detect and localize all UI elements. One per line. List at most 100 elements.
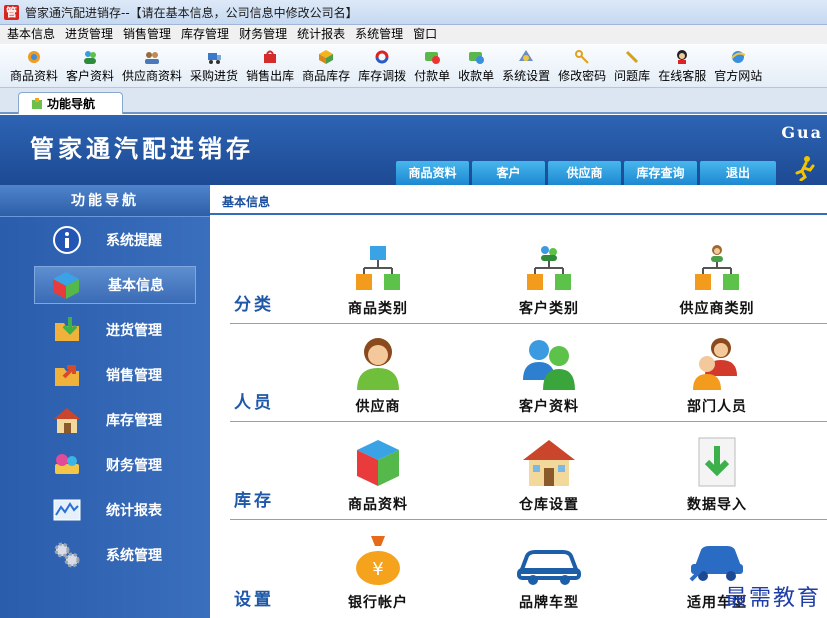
menu-window[interactable]: 窗口 — [408, 25, 442, 44]
nav-tab-icon — [32, 97, 42, 109]
nav-customer-button[interactable]: 客户 — [472, 161, 545, 185]
faq-icon — [623, 49, 641, 65]
banner-title: 管家通汽配进销存 — [30, 134, 254, 163]
password-icon — [573, 49, 591, 65]
toolbar-faq-button[interactable]: 问题库 — [610, 43, 654, 87]
cube-icon — [53, 272, 79, 299]
module-supplier-category[interactable]: 供应商类别 — [657, 226, 777, 322]
menu-purchase[interactable]: 进货管理 — [60, 25, 118, 44]
nav-exit-button[interactable]: 退出 — [700, 161, 776, 185]
nav-stock-query-button[interactable]: 库存查询 — [624, 161, 697, 185]
toolbar-customer-button[interactable]: 客户资料 — [62, 43, 118, 87]
module-product-info[interactable]: 商品资料 — [318, 422, 438, 518]
purchase-icon — [205, 49, 223, 65]
menu-reports[interactable]: 统计报表 — [292, 25, 350, 44]
staff-icon — [693, 338, 737, 390]
toolbar-settings-button[interactable]: 系统设置 — [498, 43, 554, 87]
nav-supplier-button[interactable]: 供应商 — [548, 161, 621, 185]
menu-bar: 基本信息 进货管理 销售管理 库存管理 财务管理 统计报表 系统管理 窗口 — [0, 25, 827, 44]
menu-basic-info[interactable]: 基本信息 — [2, 25, 60, 44]
banner-latin-text: Gua — [781, 123, 823, 142]
payment-icon — [423, 49, 441, 65]
sidebar: 功能导航 系统提醒 基本信息 进货管理 销售管理 库存管理 财务管理 统计报表 … — [0, 185, 210, 618]
money-bag-icon: ¥ — [356, 536, 400, 585]
gears-icon — [54, 542, 80, 567]
import-icon — [698, 437, 736, 487]
svg-text:¥: ¥ — [372, 559, 383, 580]
nav-product-button[interactable]: 商品资料 — [396, 161, 469, 185]
section-category: 分类 商品类别 客户类别 供应商类别 — [230, 226, 827, 324]
module-customer-category[interactable]: 客户类别 — [489, 226, 609, 322]
section-inventory: 库存 商品资料 仓库设置 数据导入 — [230, 422, 827, 520]
tab-strip: 功能导航 — [0, 88, 827, 114]
toolbar-purchase-button[interactable]: 采购进货 — [186, 43, 242, 87]
module-customer-info[interactable]: 客户资料 — [489, 324, 609, 420]
module-bank-account[interactable]: ¥ 银行帐户 — [318, 520, 438, 616]
runner-icon — [795, 156, 815, 181]
tab-function-nav[interactable]: 功能导航 — [18, 92, 123, 114]
menu-finance[interactable]: 财务管理 — [234, 25, 292, 44]
toolbar-website-button[interactable]: 官方网站 — [710, 43, 766, 87]
menu-system[interactable]: 系统管理 — [350, 25, 408, 44]
sidebar-item-sales[interactable]: 销售管理 — [0, 352, 210, 397]
toolbar-transfer-button[interactable]: 库存调拨 — [354, 43, 410, 87]
title-bar: 管 管家通汽配进销存--【请在基本信息，公司信息中修改公司名】 — [0, 0, 827, 25]
folder-in-icon — [55, 316, 79, 341]
sidebar-item-reminder[interactable]: 系统提醒 — [0, 217, 210, 262]
toolbar-receipt-button[interactable]: 收款单 — [454, 43, 498, 87]
sidebar-header: 功能导航 — [0, 185, 210, 217]
section-label: 分类 — [234, 295, 274, 315]
module-department-staff[interactable]: 部门人员 — [657, 324, 777, 420]
supplier-tree-icon — [695, 245, 739, 290]
module-product-category[interactable]: 商品类别 — [318, 226, 438, 322]
support-icon — [673, 49, 691, 65]
toolbar-supplier-button[interactable]: 供应商资料 — [118, 43, 186, 87]
house-icon — [54, 407, 80, 433]
customer-icon — [81, 49, 99, 65]
website-icon — [729, 49, 747, 65]
folder-out-icon — [55, 364, 79, 386]
sidebar-item-basic-info[interactable]: 基本信息 — [34, 266, 196, 304]
module-warehouse-settings[interactable]: 仓库设置 — [489, 422, 609, 518]
window-title: 管家通汽配进销存--【请在基本信息，公司信息中修改公司名】 — [25, 5, 358, 20]
header-banner: 管家通汽配进销存 Gua 商品资料 客户 供应商 库存查询 退出 — [0, 115, 827, 185]
chart-icon — [53, 499, 81, 520]
supplier-icon — [143, 49, 161, 65]
sales-icon — [261, 49, 279, 65]
car-icon — [517, 550, 581, 585]
toolbar-product-button[interactable]: 商品资料 — [6, 43, 62, 87]
product-icon — [25, 49, 43, 65]
sidebar-item-reports[interactable]: 统计报表 — [0, 487, 210, 532]
receipt-icon — [467, 49, 485, 65]
banner-nav: 商品资料 客户 供应商 库存查询 退出 — [396, 161, 776, 185]
toolbar-sales-button[interactable]: 销售出库 — [242, 43, 298, 87]
boxes-icon — [357, 440, 399, 486]
sidebar-item-finance[interactable]: 财务管理 — [0, 442, 210, 487]
money-icon — [55, 453, 79, 474]
toolbar: 商品资料 客户资料 供应商资料 采购进货 销售出库 商品库存 库存调拨 付款单 … — [0, 44, 827, 88]
toolbar-stock-button[interactable]: 商品库存 — [298, 43, 354, 87]
toolbar-payment-button[interactable]: 付款单 — [410, 43, 454, 87]
sidebar-item-inventory[interactable]: 库存管理 — [0, 397, 210, 442]
section-people: 人员 供应商 客户资料 部门人员 — [230, 324, 827, 422]
sidebar-item-system[interactable]: 系统管理 — [0, 532, 210, 577]
menu-sales[interactable]: 销售管理 — [118, 25, 176, 44]
customer-tree-icon — [527, 246, 571, 290]
toolbar-support-button[interactable]: 在线客服 — [654, 43, 710, 87]
people-icon — [523, 340, 575, 390]
stock-icon — [317, 49, 335, 65]
transfer-icon — [373, 49, 391, 65]
toolbar-password-button[interactable]: 修改密码 — [554, 43, 610, 87]
settings-icon — [517, 49, 535, 65]
breadcrumb: 基本信息 — [210, 185, 827, 215]
info-icon — [53, 225, 81, 254]
module-data-import[interactable]: 数据导入 — [657, 422, 777, 518]
category-tree-icon — [356, 246, 400, 290]
watermark-text: 最需教育 — [724, 586, 821, 611]
section-label: 库存 — [234, 491, 274, 511]
module-brand-model[interactable]: 品牌车型 — [489, 520, 609, 616]
module-supplier[interactable]: 供应商 — [318, 324, 438, 420]
sidebar-item-purchase[interactable]: 进货管理 — [0, 307, 210, 352]
menu-inventory[interactable]: 库存管理 — [176, 25, 234, 44]
section-label: 设置 — [234, 590, 274, 610]
